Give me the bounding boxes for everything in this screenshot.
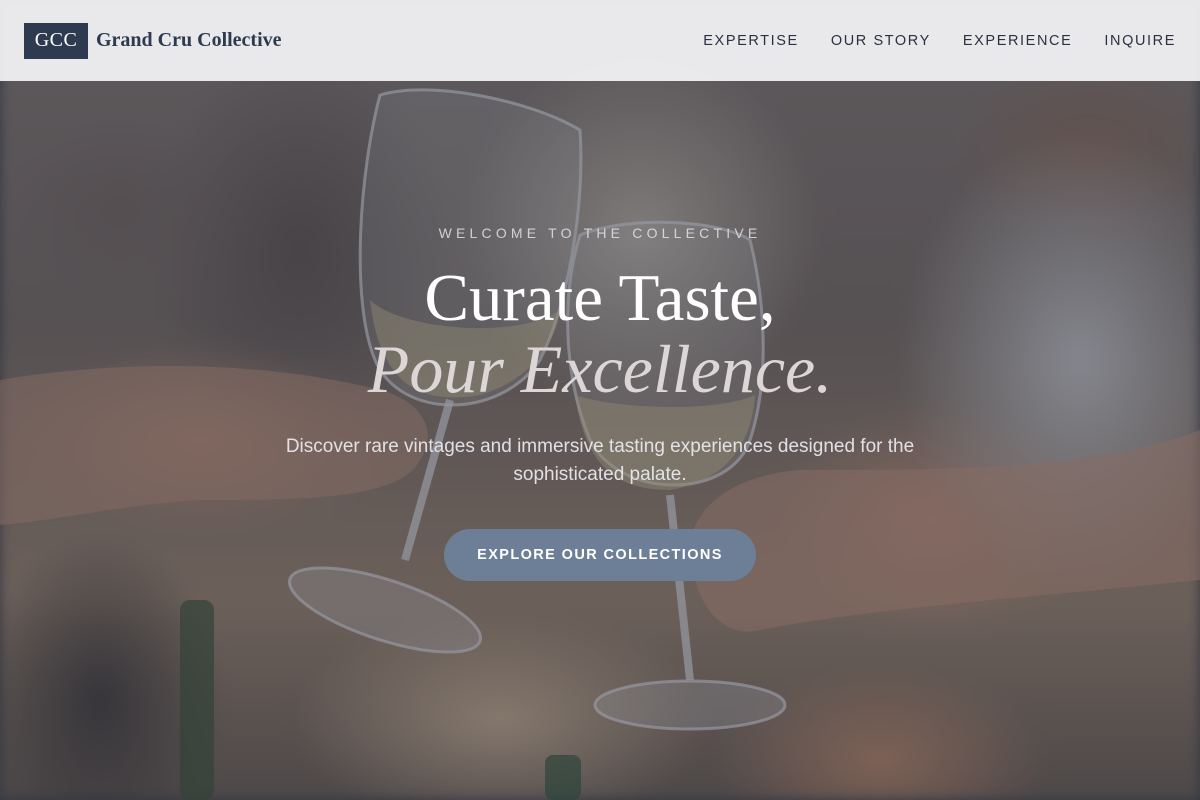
explore-collections-button[interactable]: EXPLORE OUR COLLECTIONS [444,529,756,581]
nav-link-inquire[interactable]: INQUIRE [1104,33,1176,49]
hero-eyebrow: WELCOME TO THE COLLECTIVE [438,225,762,241]
logo-mark: GCC [24,22,88,59]
hero-subtitle: Discover rare vintages and immersive tas… [285,436,915,485]
nav-link-experience[interactable]: EXPERIENCE [963,33,1072,49]
nav-link-expertise[interactable]: EXPERTISE [703,33,799,49]
brand-name: Grand Cru Collective [96,29,282,51]
site-header: GCC Grand Cru Collective EXPERTISE OUR S… [0,0,1200,81]
hero-content: WELCOME TO THE COLLECTIVE Curate Taste, … [0,220,1200,581]
main-navigation: EXPERTISE OUR STORY EXPERIENCE INQUIRE [703,33,1176,49]
hero-headline-line2: Pour Excellence. [367,331,833,407]
brand-logo-link[interactable]: GCC Grand Cru Collective [24,22,282,59]
hero-headline: Curate Taste, Pour Excellence. [0,263,1200,405]
hero-headline-line1: Curate Taste, [424,261,776,335]
nav-link-our-story[interactable]: OUR STORY [831,33,931,49]
